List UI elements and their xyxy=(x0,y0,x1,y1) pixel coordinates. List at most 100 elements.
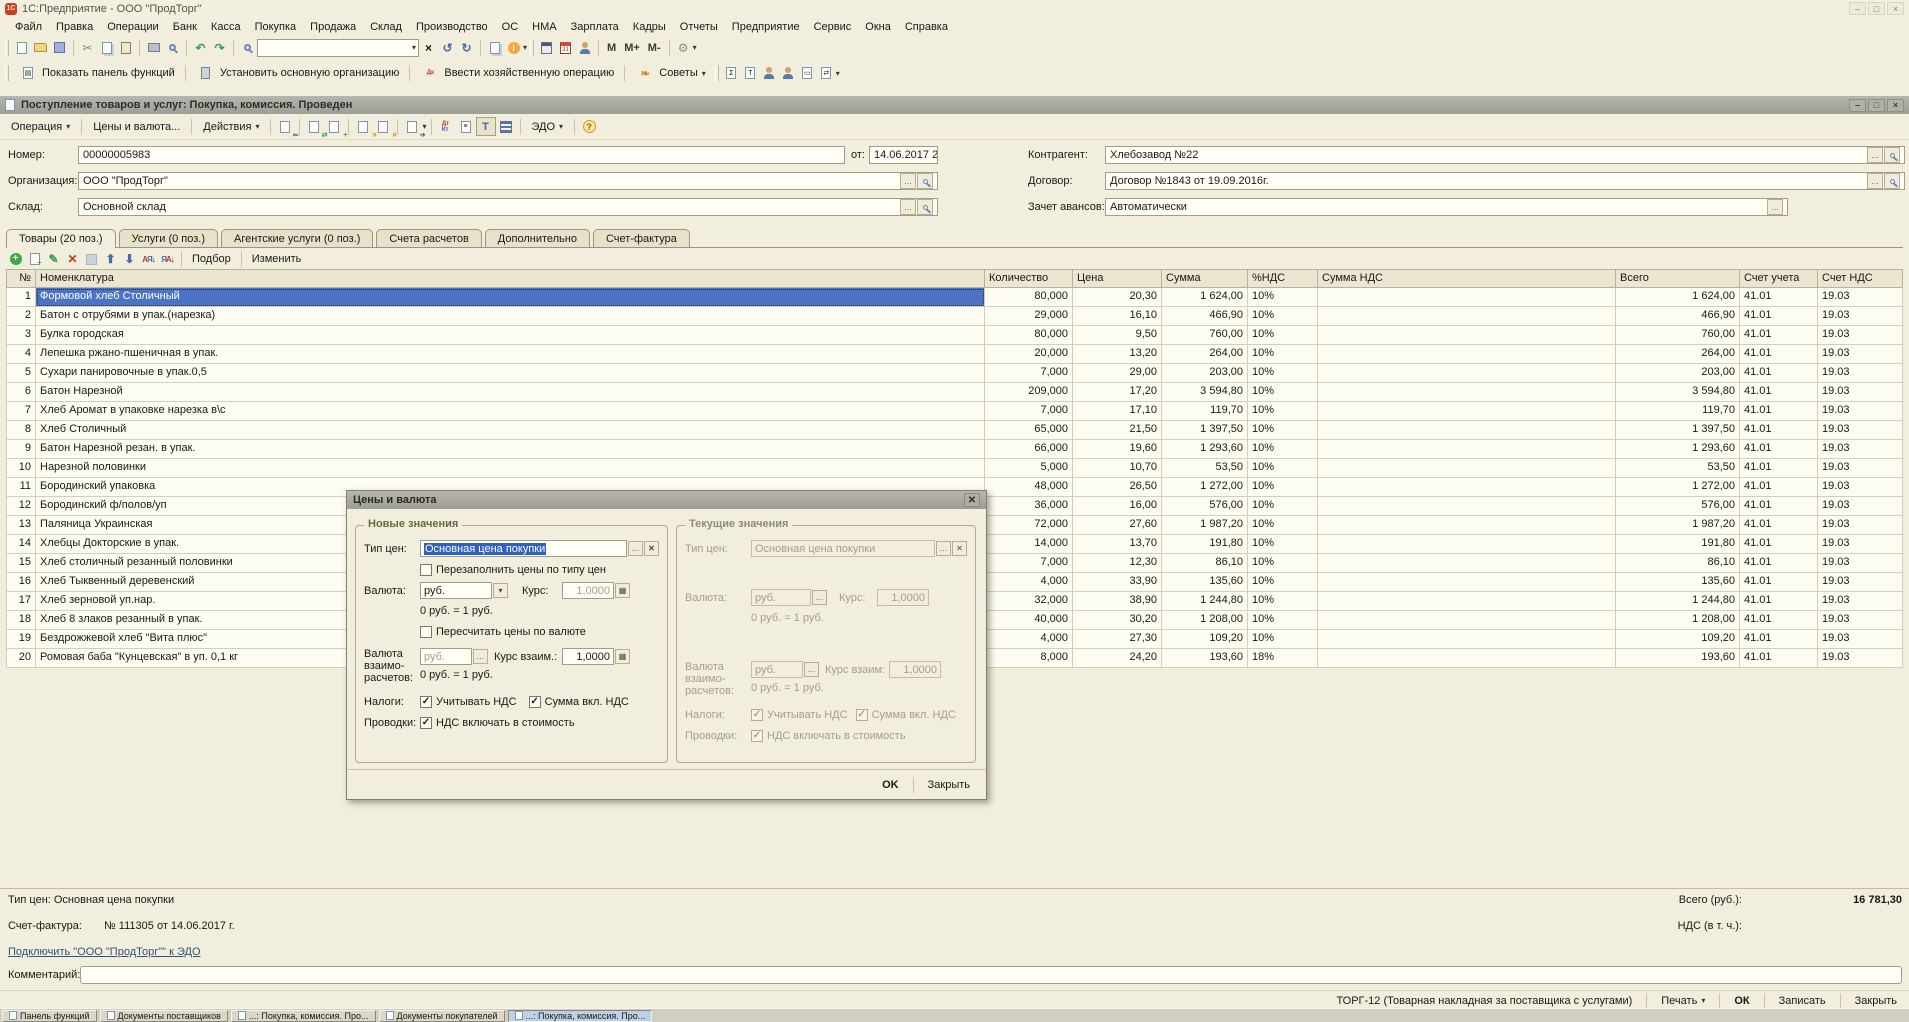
calculator-icon[interactable]: ▦ xyxy=(615,649,630,664)
doc-in-icon[interactable]: ¤ xyxy=(353,117,373,136)
number-field[interactable]: 00000005983 xyxy=(78,146,845,164)
column-header[interactable]: Количество xyxy=(985,269,1073,288)
table-row[interactable]: 7 Хлеб Аромат в упаковке нарезка в\с 7,0… xyxy=(6,402,1903,421)
tab[interactable]: Счет-фактура xyxy=(593,229,690,247)
find-prev-icon[interactable]: ↻ xyxy=(457,39,476,57)
menu-item[interactable]: Операции xyxy=(100,20,165,34)
set-main-org-button[interactable]: Установить основную организацию xyxy=(190,63,406,83)
go-to-dropdown-icon[interactable]: ▾ xyxy=(422,122,426,131)
calculator-icon[interactable] xyxy=(537,39,556,57)
column-header[interactable]: № xyxy=(6,269,36,288)
contractor-field[interactable]: Хлебозавод №22… xyxy=(1105,146,1905,164)
new-document-icon[interactable] xyxy=(12,39,31,57)
end-edit-icon[interactable] xyxy=(82,250,101,268)
structure-filter-icon[interactable]: Т xyxy=(476,117,496,136)
menu-item[interactable]: Зарплата xyxy=(564,20,626,34)
select-icon[interactable]: … xyxy=(1767,199,1783,215)
contract-field[interactable]: Договор №1843 от 19.09.2016г.… xyxy=(1105,172,1905,190)
edit-row-icon[interactable]: ✎ xyxy=(44,250,63,268)
edo-connect-link[interactable]: Подключить "ООО "ПродТорг"" к ЭДО xyxy=(8,946,201,958)
select-icon[interactable]: … xyxy=(900,173,916,189)
menu-item[interactable]: Окна xyxy=(858,20,898,34)
dtkt-posting-icon[interactable]: ДтКт xyxy=(436,117,456,136)
pick-button[interactable]: Подбор xyxy=(186,249,237,269)
report-doc-icon[interactable]: ▭ xyxy=(798,64,817,82)
report-counterparty-icon[interactable] xyxy=(760,64,779,82)
select-icon[interactable]: … xyxy=(628,541,643,556)
post-document-icon[interactable]: ⇐ xyxy=(275,117,295,136)
close-icon[interactable]: × xyxy=(1887,2,1904,15)
menu-item[interactable]: Файл xyxy=(8,20,49,34)
vat-account-checkbox[interactable] xyxy=(420,696,432,708)
dialog-close-button[interactable]: Закрыть xyxy=(922,776,976,794)
tab[interactable]: Услуги (0 поз.) xyxy=(119,229,218,247)
find-next-icon[interactable]: ↺ xyxy=(438,39,457,57)
vat-in-cost-checkbox[interactable] xyxy=(420,717,432,729)
column-header[interactable]: Цена xyxy=(1073,269,1162,288)
clear-icon[interactable]: ✕ xyxy=(644,541,659,556)
column-header[interactable]: Номенклатура xyxy=(36,269,985,288)
menu-item[interactable]: Предприятие xyxy=(725,20,807,34)
select-icon[interactable]: … xyxy=(1867,147,1883,163)
menu-item[interactable]: Продажа xyxy=(303,20,363,34)
menu-item[interactable]: Касса xyxy=(204,20,248,34)
toolbar-handle[interactable] xyxy=(5,40,9,56)
menu-item[interactable]: Производство xyxy=(409,20,495,34)
select-icon[interactable]: … xyxy=(473,649,488,664)
open-item-icon[interactable] xyxy=(1884,173,1900,189)
price-type-field[interactable]: Основная цена покупки xyxy=(420,540,627,557)
rate-field[interactable]: 1,0000 xyxy=(562,582,614,599)
list-settings-icon[interactable] xyxy=(496,117,516,136)
comment-field[interactable] xyxy=(80,966,1902,984)
invoice-value[interactable]: № 111305 от 14.06.2017 г. xyxy=(104,920,235,932)
report-counterparty2-icon[interactable] xyxy=(779,64,798,82)
menu-item[interactable]: Отчеты xyxy=(673,20,725,34)
prices-currency-button[interactable]: Цены и валюта... xyxy=(86,119,187,135)
operation-menu-button[interactable]: Операция▾ xyxy=(4,119,77,135)
tips-button[interactable]: ❧ Советы ▾ xyxy=(629,63,712,83)
delete-row-icon[interactable]: ✕ xyxy=(63,250,82,268)
open-icon[interactable] xyxy=(31,39,50,57)
go-to-icon[interactable]: ➔ xyxy=(402,117,422,136)
save-icon[interactable] xyxy=(50,39,69,57)
date-field[interactable]: 14.06.2017 2:00:00▦ xyxy=(869,146,938,164)
table-row[interactable]: 6 Батон Нарезной 209,000 17,20 3 594,80 … xyxy=(6,383,1903,402)
toolbar-handle[interactable] xyxy=(715,65,719,81)
menu-item[interactable]: Сервис xyxy=(807,20,859,34)
calculator-icon[interactable]: ▦ xyxy=(615,583,630,598)
tools-dropdown-icon[interactable]: ▾ xyxy=(693,43,697,52)
column-header[interactable]: Всего xyxy=(1616,269,1740,288)
chevron-down-icon[interactable]: ▾ xyxy=(493,583,508,598)
mutual-rate-field[interactable]: 1,0000 xyxy=(562,648,614,665)
tools-icon[interactable]: ⚙ xyxy=(674,39,693,57)
memory-plus-button[interactable]: M+ xyxy=(620,42,644,54)
copy-link-icon[interactable] xyxy=(485,39,504,57)
column-header[interactable]: Сумма НДС xyxy=(1318,269,1616,288)
help-icon[interactable]: ? xyxy=(579,117,599,136)
refill-prices-checkbox[interactable] xyxy=(420,564,432,576)
table-row[interactable]: 3 Булка городская 80,000 9,50 760,00 10%… xyxy=(6,326,1903,345)
table-row[interactable]: 5 Сухари панировочные в упак.0,5 7,000 2… xyxy=(6,364,1903,383)
menu-item[interactable]: Правка xyxy=(49,20,100,34)
info-icon[interactable]: i xyxy=(504,39,523,57)
taskbar-button[interactable]: Документы покупателей xyxy=(379,1010,505,1022)
open-item-icon[interactable] xyxy=(917,173,933,189)
menu-item[interactable]: Банк xyxy=(166,20,204,34)
user-settings-icon[interactable] xyxy=(575,39,594,57)
doc-restore-icon[interactable]: □ xyxy=(1868,99,1885,112)
currency-combobox[interactable]: руб. xyxy=(420,582,492,599)
move-down-icon[interactable]: ⬇ xyxy=(120,250,139,268)
menu-item[interactable]: ОС xyxy=(495,20,526,34)
mutual-currency-field[interactable]: руб. xyxy=(420,648,472,665)
close-button[interactable]: Закрыть xyxy=(1849,992,1903,1009)
reread-icon[interactable]: ⇄ xyxy=(304,117,324,136)
doc-out-icon[interactable]: ¤ xyxy=(373,117,393,136)
open-item-icon[interactable] xyxy=(917,199,933,215)
add-row-icon[interactable]: + xyxy=(6,250,25,268)
menu-item[interactable]: Кадры xyxy=(626,20,673,34)
warehouse-field[interactable]: Основной склад… xyxy=(78,198,938,216)
redo-icon[interactable]: ↷ xyxy=(210,39,229,57)
table-row[interactable]: 8 Хлеб Столичный 65,000 21,50 1 397,50 1… xyxy=(6,421,1903,440)
doc-minimize-icon[interactable]: – xyxy=(1849,99,1866,112)
select-icon[interactable]: … xyxy=(900,199,916,215)
